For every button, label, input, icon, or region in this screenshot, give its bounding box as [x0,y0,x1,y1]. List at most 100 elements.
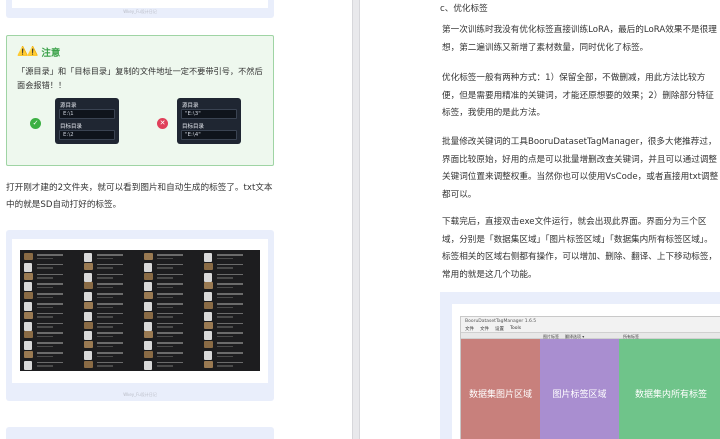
image-file-icon[interactable] [144,311,153,319]
text-file-icon[interactable] [84,253,92,262]
text-file-icon[interactable] [24,302,32,311]
text-file-icon[interactable] [84,292,92,302]
section-heading: c、优化标签 [440,4,488,14]
file-name-line [37,283,63,285]
image-file-icon[interactable] [204,282,213,290]
text-file-icon[interactable] [84,351,92,360]
file-name-line [97,332,123,334]
image-file-icon[interactable] [204,360,213,368]
source-dir-value: "E:\3" [181,109,237,119]
text-file-icon[interactable] [144,321,152,331]
text-file-icon[interactable] [204,311,212,321]
image-file-icon[interactable] [144,351,153,358]
image-file-icon[interactable] [204,302,213,309]
image-file-icon[interactable] [84,302,93,309]
file-meta-line [217,267,233,269]
file-name-line [37,322,63,325]
image-tag-region[interactable]: 图片标签区域 [540,339,619,439]
image-file-icon[interactable] [204,321,213,329]
file-meta-line [37,306,53,308]
all-tags-region[interactable]: 数据集内所有标签 [619,339,720,439]
target-dir-label: 目标目录 [60,124,83,130]
text-file-icon[interactable] [84,331,92,341]
text-file-icon[interactable] [204,253,212,262]
file-name-line [217,273,243,276]
image-file-icon[interactable] [24,331,33,339]
file-meta-line [217,296,233,299]
text-file-icon[interactable] [144,341,152,351]
file-name-line [157,322,183,325]
source-dir-label: 源目录 [182,103,199,109]
file-meta-line [217,286,233,289]
image-file-icon[interactable] [144,331,153,339]
text-file-icon[interactable] [144,282,152,292]
file-grid [20,250,260,371]
file-meta-line [217,277,233,279]
file-meta-line [157,296,173,299]
note-title: ⚠️⚠️ 注意 [17,45,60,59]
image-file-icon[interactable] [24,253,33,260]
file-meta-line [37,355,53,357]
text-file-icon[interactable] [24,282,32,292]
image-file-icon[interactable] [144,272,153,280]
image-file-icon[interactable] [84,321,93,329]
file-meta-line [217,335,233,338]
image-file-icon[interactable] [144,292,153,300]
text-file-icon[interactable] [144,262,152,272]
image-file-icon[interactable] [144,253,153,260]
text-file-icon[interactable] [144,360,152,370]
text-file-icon[interactable] [24,321,32,331]
text-file-icon[interactable] [204,331,212,341]
image-file-icon[interactable] [24,292,33,300]
file-name-line [157,254,183,256]
text-file-icon[interactable] [144,302,152,311]
file-name-line [157,352,183,354]
image-file-icon[interactable] [84,282,93,290]
image-file-icon[interactable] [84,360,93,368]
text-file-icon[interactable] [84,272,92,282]
text-file-icon[interactable] [24,360,32,370]
paragraph: 批量修改关键词的工具BooruDatasetTagManager，很多大佬推荐过… [442,137,719,200]
text-file-icon[interactable] [84,311,92,321]
file-name-line [157,293,183,295]
file-name-line [37,342,63,344]
watermark: Wkey_Fu设计日记 [123,392,157,397]
file-name-line [217,293,243,295]
image-file-icon[interactable] [204,341,213,349]
previous-image [12,0,268,8]
image-file-icon[interactable] [204,262,213,270]
image-file-icon[interactable] [84,341,93,349]
text-file-icon[interactable] [204,292,212,302]
tool-screenshot-card: BooruDatasetTagManager 1.6.5 文件 文件 设置 To… [440,292,720,439]
file-name-line [217,322,243,325]
file-meta-line [37,296,53,299]
image-file-icon[interactable] [24,311,33,319]
file-meta-line [97,335,113,338]
image-file-icon[interactable] [24,272,33,280]
file-name-line [97,312,123,315]
file-meta-line [157,306,173,308]
file-name-line [217,312,243,315]
file-name-line [37,273,63,276]
file-meta-line [37,365,53,367]
file-meta-line [97,296,113,299]
file-name-line [97,263,123,266]
dataset-image-region[interactable]: 数据集图片区域 [461,339,540,439]
image-file-icon[interactable] [84,262,93,270]
text-file-icon[interactable] [24,341,32,351]
file-meta-line [97,365,113,367]
file-name-line [97,361,123,364]
file-meta-line [217,257,233,259]
watermark: Wkey_Fu设计日记 [123,9,157,14]
text-file-icon[interactable] [204,351,212,360]
file-name-line [97,322,123,325]
file-meta-line [157,355,173,357]
file-name-line [157,283,183,285]
file-name-line [37,332,63,334]
file-name-line [217,361,243,364]
image-file-icon[interactable] [24,351,33,358]
file-name-line [217,342,243,344]
file-meta-line [157,316,173,318]
text-file-icon[interactable] [24,262,32,272]
text-file-icon[interactable] [204,272,212,282]
